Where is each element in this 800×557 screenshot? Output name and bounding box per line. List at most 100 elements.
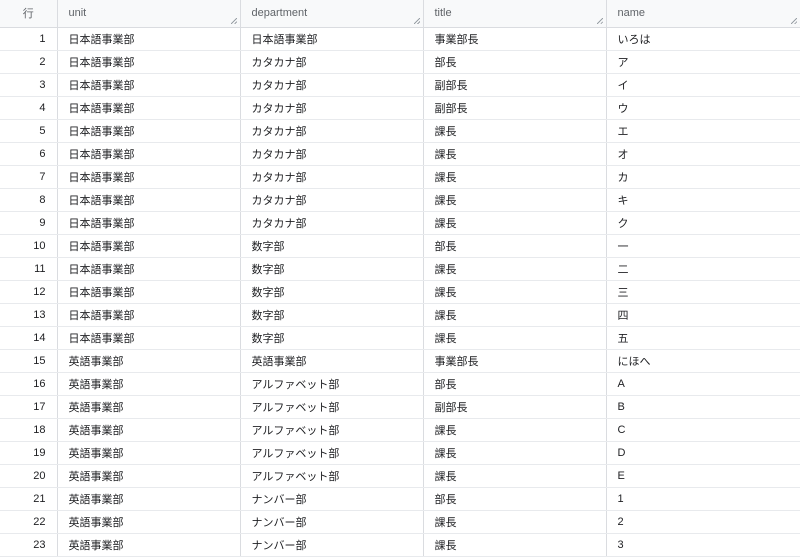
cell-department[interactable]: 英語事業部 [240,349,424,373]
table-row[interactable]: 3 日本語事業部 カタカナ部 副部長イ [0,73,800,97]
table-row[interactable]: 6 日本語事業部 カタカナ部 課長オ [0,142,800,166]
table-row[interactable]: 22 英語事業部 ナンバー部 課長 2 [0,510,800,534]
cell-name[interactable]: ウ [606,96,800,120]
cell-unit[interactable]: 英語事業部 [57,464,241,488]
cell-title[interactable]: 課長 [423,303,607,327]
cell-unit[interactable]: 英語事業部 [57,372,241,396]
cell-department[interactable]: 数字部 [240,257,424,281]
table-row[interactable]: 15 英語事業部 英語事業部 事業部長 にほへ [0,349,800,373]
cell-department[interactable]: 数字部 [240,303,424,327]
table-row[interactable]: 19 英語事業部 アルファベット部 課長 D [0,441,800,465]
column-header-title[interactable]: title [423,0,607,28]
cell-department[interactable]: アルファベット部 [240,464,424,488]
column-header-department[interactable]: department [240,0,424,28]
cell-department[interactable]: カタカナ部 [240,96,424,120]
cell-unit[interactable]: 日本語事業部 [57,119,241,143]
cell-name[interactable]: B [606,395,800,419]
cell-unit[interactable]: 日本語事業部 [57,211,241,235]
cell-department[interactable]: カタカナ部 [240,119,424,143]
cell-unit[interactable]: 英語事業部 [57,441,241,465]
cell-department[interactable]: 数字部 [240,326,424,350]
cell-title[interactable]: 課長 [423,211,607,235]
cell-name[interactable]: D [606,441,800,465]
column-header-unit[interactable]: unit [57,0,241,28]
cell-unit[interactable]: 英語事業部 [57,487,241,511]
cell-department[interactable]: ナンバー部 [240,487,424,511]
cell-title[interactable]: 課長 [423,280,607,304]
cell-unit[interactable]: 日本語事業部 [57,280,241,304]
cell-title[interactable]: 課長 [423,418,607,442]
cell-name[interactable]: E [606,464,800,488]
cell-unit[interactable]: 英語事業部 [57,533,241,557]
table-row[interactable]: 20 英語事業部 アルファベット部 課長 E [0,464,800,488]
cell-department[interactable]: カタカナ部 [240,73,424,97]
cell-unit[interactable]: 日本語事業部 [57,96,241,120]
cell-unit[interactable]: 日本語事業部 [57,326,241,350]
cell-department[interactable]: カタカナ部 [240,142,424,166]
cell-unit[interactable]: 日本語事業部 [57,257,241,281]
cell-department[interactable]: カタカナ部 [240,165,424,189]
cell-unit[interactable]: 英語事業部 [57,510,241,534]
cell-name[interactable]: イ [606,73,800,97]
table-row[interactable]: 7 日本語事業部 カタカナ部 課長カ [0,165,800,189]
cell-unit[interactable]: 日本語事業部 [57,234,241,258]
cell-title[interactable]: 部長 [423,372,607,396]
cell-department[interactable]: カタカナ部 [240,211,424,235]
table-row[interactable]: 23 英語事業部 ナンバー部 課長 3 [0,533,800,557]
column-resize-handle-icon[interactable] [596,17,603,24]
cell-title[interactable]: 課長 [423,119,607,143]
cell-name[interactable]: オ [606,142,800,166]
cell-title[interactable]: 部長 [423,487,607,511]
table-row[interactable]: 18 英語事業部 アルファベット部 課長 C [0,418,800,442]
cell-department[interactable]: 数字部 [240,280,424,304]
table-row[interactable]: 1 日本語事業部 日本語事業部 事業部長 いろは [0,27,800,51]
cell-name[interactable]: いろは [606,27,800,51]
cell-department[interactable]: アルファベット部 [240,418,424,442]
cell-department[interactable]: ナンバー部 [240,510,424,534]
cell-title[interactable]: 課長 [423,165,607,189]
column-resize-handle-icon[interactable] [230,17,237,24]
cell-title[interactable]: 副部長 [423,96,607,120]
cell-name[interactable]: にほへ [606,349,800,373]
cell-unit[interactable]: 日本語事業部 [57,27,241,51]
cell-name[interactable]: ク [606,211,800,235]
cell-title[interactable]: 課長 [423,510,607,534]
cell-title[interactable]: 副部長 [423,395,607,419]
cell-unit[interactable]: 英語事業部 [57,395,241,419]
cell-title[interactable]: 課長 [423,464,607,488]
cell-title[interactable]: 部長 [423,50,607,74]
cell-department[interactable]: ナンバー部 [240,533,424,557]
table-row[interactable]: 4 日本語事業部 カタカナ部 副部長ウ [0,96,800,120]
table-row[interactable]: 10 日本語事業部 数字部 部長一 [0,234,800,258]
cell-name[interactable]: A [606,372,800,396]
cell-name[interactable]: C [606,418,800,442]
cell-name[interactable]: 二 [606,257,800,281]
column-resize-handle-icon[interactable] [413,17,420,24]
cell-name[interactable]: 四 [606,303,800,327]
cell-title[interactable]: 副部長 [423,73,607,97]
cell-name[interactable]: 五 [606,326,800,350]
cell-name[interactable]: カ [606,165,800,189]
table-row[interactable]: 16 英語事業部 アルファベット部 部長 A [0,372,800,396]
cell-title[interactable]: 事業部長 [423,349,607,373]
cell-unit[interactable]: 日本語事業部 [57,165,241,189]
cell-title[interactable]: 事業部長 [423,27,607,51]
cell-title[interactable]: 課長 [423,188,607,212]
table-row[interactable]: 21 英語事業部 ナンバー部 部長 1 [0,487,800,511]
cell-name[interactable]: 3 [606,533,800,557]
cell-unit[interactable]: 英語事業部 [57,349,241,373]
cell-title[interactable]: 課長 [423,326,607,350]
cell-department[interactable]: カタカナ部 [240,50,424,74]
cell-department[interactable]: アルファベット部 [240,372,424,396]
table-row[interactable]: 17 英語事業部 アルファベット部 副部長 B [0,395,800,419]
table-row[interactable]: 14 日本語事業部 数字部 課長五 [0,326,800,350]
table-row[interactable]: 8 日本語事業部 カタカナ部 課長キ [0,188,800,212]
cell-title[interactable]: 課長 [423,142,607,166]
table-row[interactable]: 5 日本語事業部 カタカナ部 課長エ [0,119,800,143]
cell-title[interactable]: 部長 [423,234,607,258]
cell-department[interactable]: アルファベット部 [240,395,424,419]
table-row[interactable]: 12 日本語事業部 数字部 課長三 [0,280,800,304]
cell-name[interactable]: エ [606,119,800,143]
cell-title[interactable]: 課長 [423,533,607,557]
cell-unit[interactable]: 日本語事業部 [57,142,241,166]
